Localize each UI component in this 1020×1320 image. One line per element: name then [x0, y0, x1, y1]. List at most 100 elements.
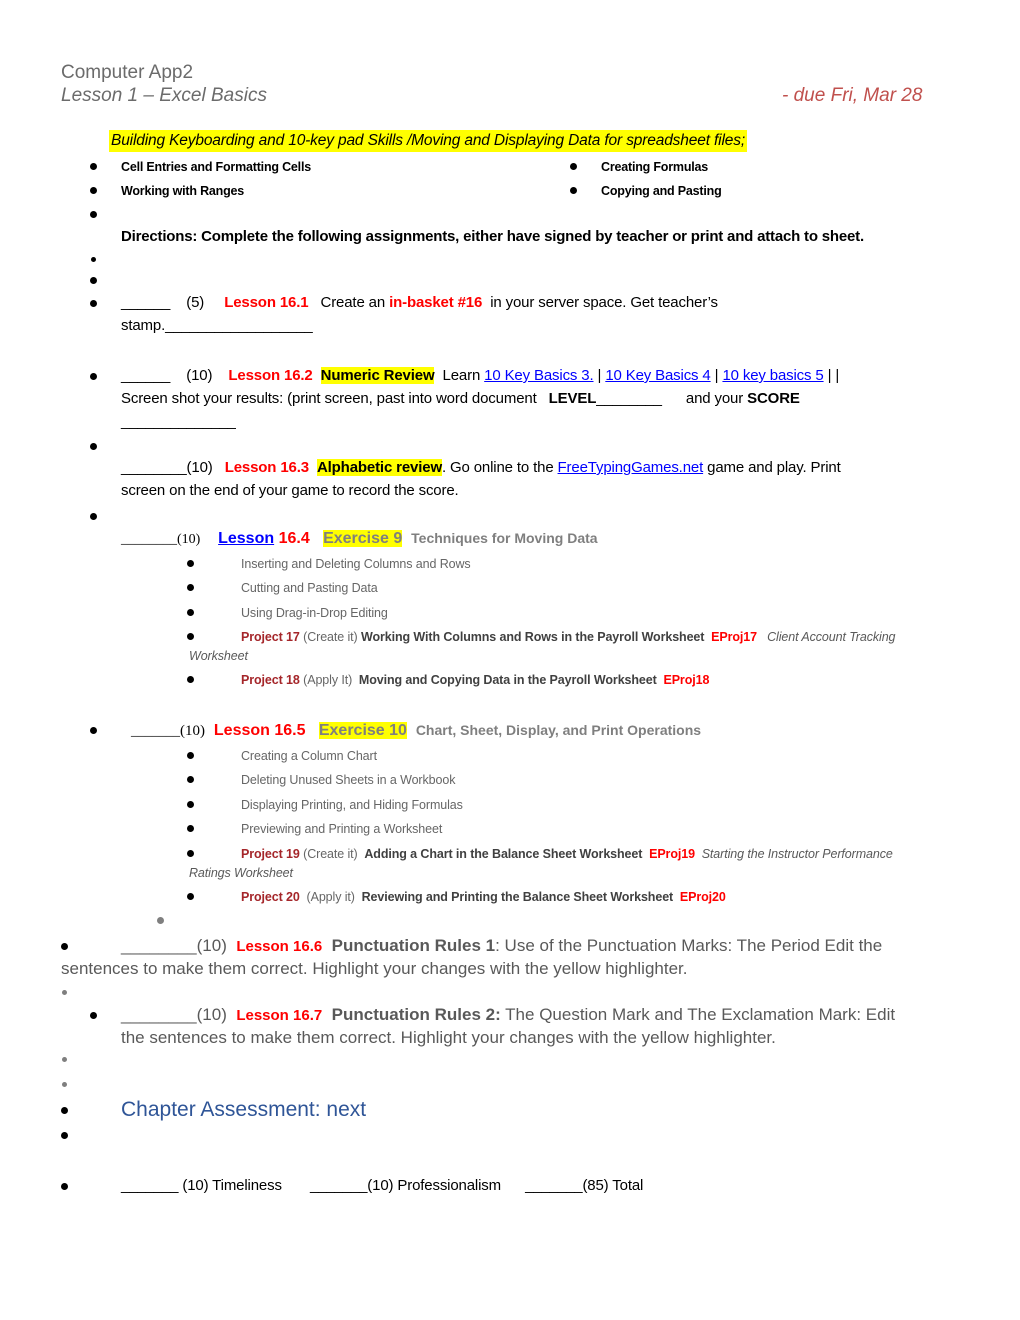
project-20: Project 20 (Apply it) Reviewing and Prin…: [241, 888, 726, 906]
assignment-16-4: ________(10) Lesson 16.4 Exercise 9 Tech…: [121, 527, 598, 551]
link-10-key-basics-4[interactable]: 10 Key Basics 4: [605, 367, 710, 384]
stamp-line[interactable]: stamp.__________________: [121, 315, 313, 337]
assignment-16-3-line2: screen on the end of your game to record…: [121, 482, 459, 499]
text: Learn: [442, 367, 481, 384]
bullet-icon: [90, 373, 97, 380]
score-blank[interactable]: ________: [121, 1005, 197, 1024]
bullet-icon: [187, 776, 194, 783]
bullet-icon: [187, 609, 194, 616]
project-note: Starting the Instructor Performance: [701, 847, 893, 861]
project-note: Client Account Tracking: [767, 630, 896, 644]
due-date: - due Fri, Mar 28: [782, 85, 923, 106]
lesson-link[interactable]: Lesson: [218, 530, 274, 547]
bullet-icon: [187, 752, 194, 759]
score-blank[interactable]: ________: [121, 936, 197, 955]
project-file: EProj19: [649, 847, 695, 861]
separator: | |: [827, 367, 840, 384]
lesson-number: 16.4: [278, 530, 310, 547]
bullet-icon: [61, 1107, 68, 1114]
alphabetic-review-tag: Alphabetic review: [316, 459, 442, 476]
project-note-cont: Ratings Worksheet: [189, 866, 293, 880]
link-10-key-basics-3[interactable]: 10 Key Basics 3.: [484, 367, 593, 384]
bullet-icon: [570, 163, 577, 170]
project-label: Project 20: [241, 890, 300, 904]
points: (10): [180, 723, 205, 739]
assignment-16-6-line2: sentences to make them correct. Highligh…: [61, 959, 688, 978]
project-17: Project 17 (Create it) Working With Colu…: [241, 628, 896, 646]
lesson-label: Lesson 16.3: [224, 459, 309, 476]
sub-item: Creating a Column Chart: [241, 749, 377, 763]
lesson-title: Lesson 1 – Excel Basics: [61, 85, 267, 106]
lesson-label: Lesson 16.5: [213, 722, 306, 739]
topic-item: Working with Ranges: [121, 184, 245, 198]
bullet-icon: [187, 850, 194, 857]
objectives-banner: Building Keyboarding and 10-key pad Skil…: [109, 130, 747, 152]
lesson-label: Lesson 16.2: [228, 367, 313, 384]
bullet-icon: [157, 917, 164, 924]
project-title: Adding a Chart in the Balance Sheet Work…: [364, 847, 643, 861]
project-type: (Apply It): [303, 673, 353, 687]
directions-text: Directions: Complete the following assig…: [121, 228, 864, 245]
bullet-icon: [187, 584, 194, 591]
topic-item: Creating Formulas: [601, 160, 709, 174]
bullet-icon: [187, 893, 194, 900]
points: (5): [186, 294, 205, 311]
score-blank[interactable]: _______: [131, 724, 180, 739]
timeliness-field[interactable]: _______ (10) Timeliness: [121, 1177, 282, 1194]
link-10-key-basics-5[interactable]: 10 key basics 5: [722, 367, 823, 384]
bullet-icon: [187, 676, 194, 683]
bullet-icon: [61, 943, 68, 950]
score-blank[interactable]: ________: [121, 459, 187, 476]
numeric-review-tag: Numeric Review: [320, 367, 435, 384]
chapter-assessment: Chapter Assessment: next: [121, 1098, 367, 1121]
lesson-label: Lesson 16.1: [224, 294, 309, 311]
professionalism-field[interactable]: _______(10) Professionalism: [310, 1177, 501, 1194]
lesson-label: Lesson 16.7: [236, 1007, 323, 1024]
freetypinggames-link[interactable]: FreeTypingGames.net: [558, 459, 704, 476]
points: (10): [186, 459, 213, 476]
bullet-icon: [61, 1132, 68, 1139]
project-title: Moving and Copying Data in the Payroll W…: [358, 673, 657, 687]
text: : Use of the Punctuation Marks: The Peri…: [495, 936, 883, 955]
course-title: Computer App2: [61, 62, 194, 83]
exercise-description: Chart, Sheet, Display, and Print Operati…: [415, 722, 702, 738]
sub-item: Deleting Unused Sheets in a Workbook: [241, 773, 456, 787]
sub-item: Displaying Printing, and Hiding Formulas: [241, 798, 463, 812]
bullet-icon: [187, 633, 194, 640]
bullet-icon: [187, 801, 194, 808]
rule-title: Punctuation Rules 2:: [331, 1005, 501, 1024]
score-blank[interactable]: ______: [121, 294, 170, 311]
project-type: (Apply it): [306, 890, 355, 904]
text: Create an: [320, 294, 386, 311]
text: game and play. Print: [707, 459, 841, 476]
score-blank[interactable]: ______: [121, 367, 170, 384]
bullet-icon: [90, 300, 97, 307]
score-label: SCORE: [747, 390, 800, 407]
project-title: Reviewing and Printing the Balance Sheet…: [361, 890, 674, 904]
score-blank-line[interactable]: ______________: [121, 411, 236, 433]
bullet-icon: [90, 211, 97, 218]
bullet-icon: [61, 1183, 68, 1190]
assignment-16-5: _______(10) Lesson 16.5 Exercise 10 Char…: [131, 719, 701, 743]
exercise-tag: Exercise 9: [323, 530, 403, 547]
project-file: EProj20: [679, 890, 726, 904]
total-field[interactable]: _______(85) Total: [525, 1177, 643, 1194]
points: (10): [177, 532, 201, 547]
level-label: LEVEL: [548, 390, 597, 407]
project-19: Project 19 (Create it) Adding a Chart in…: [241, 845, 893, 863]
points: (10): [196, 1005, 227, 1024]
bullet-icon: [187, 560, 194, 567]
score-blank[interactable]: ________: [121, 532, 177, 547]
text: . Go online to the: [441, 459, 554, 476]
assignment-16-7: ________(10) Lesson 16.7 Punctuation Rul…: [121, 1004, 895, 1027]
project-type: (Create it): [303, 630, 358, 644]
exercise-description: Techniques for Moving Data: [411, 530, 598, 546]
text: in your server space. Get teacher’s: [490, 294, 718, 311]
project-label: Project 17: [241, 630, 300, 644]
assignment-16-3: ________(10) Lesson 16.3 Alphabetic revi…: [121, 457, 841, 479]
points: (10): [196, 936, 227, 955]
project-note-cont: Worksheet: [189, 649, 248, 663]
level-blank[interactable]: ________: [596, 390, 662, 407]
topic-item: Copying and Pasting: [601, 184, 722, 198]
assignment-16-7-line2: the sentences to make them correct. High…: [121, 1028, 776, 1047]
